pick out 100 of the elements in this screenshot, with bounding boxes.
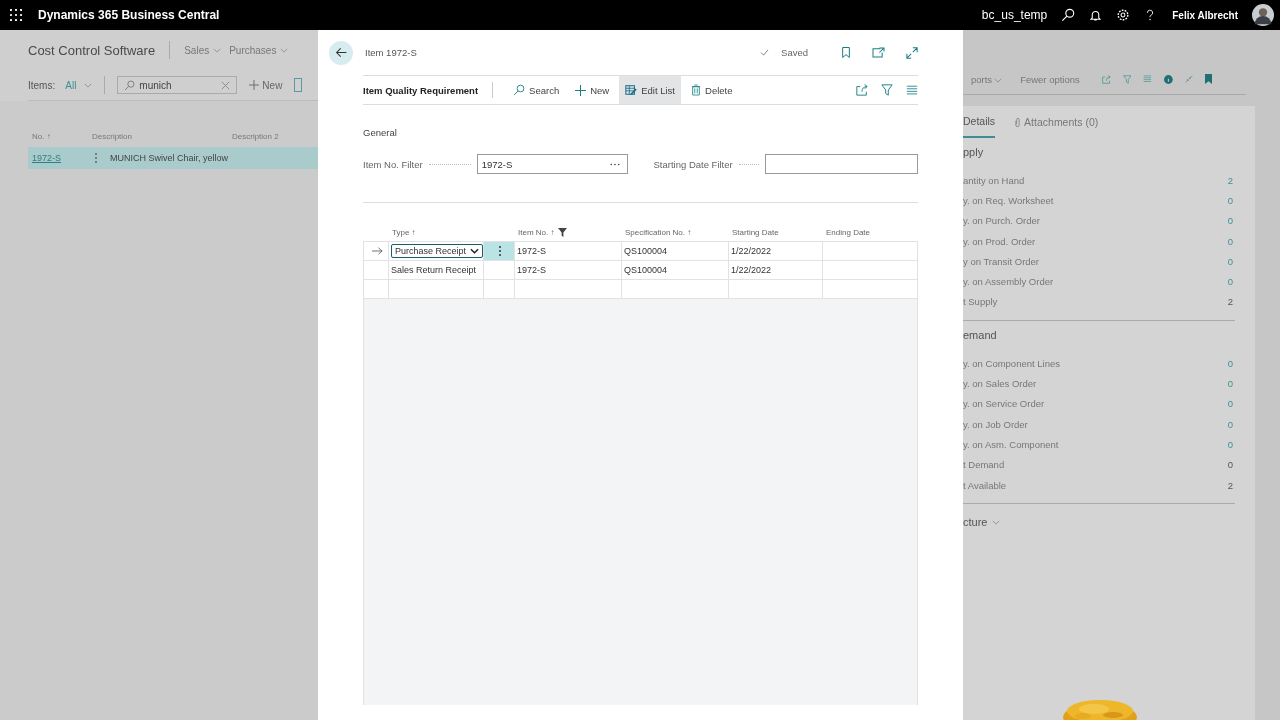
action-button[interactable]: Search [507,76,566,104]
menu-link[interactable]: Purchases [229,44,277,56]
field-value[interactable]: 0 [1227,255,1235,267]
user-name[interactable]: Felix Albrecht [1172,9,1238,21]
section-title[interactable]: General [363,127,397,138]
field-label: antity on Hand [963,174,1025,186]
column-header[interactable]: Type ↑ [388,223,483,241]
action-button[interactable]: Delete [685,76,739,104]
table-cell: QS100004 [624,246,668,256]
item-number-link[interactable]: 1972-S [28,153,92,163]
field-label: y. on Job Order [963,418,1028,430]
search-field[interactable]: munich [117,76,238,94]
field-label: y. on Asm. Component [963,438,1059,450]
plus-icon [249,80,260,90]
clear-icon[interactable] [221,80,231,90]
action-icon[interactable] [294,78,303,92]
field-label: y. on Req. Worksheet [963,194,1054,206]
avatar-icon[interactable] [1252,4,1274,26]
checkmark-icon [760,49,770,56]
current-row-arrow-icon [371,247,383,255]
page-title: Cost Control Software [28,42,156,58]
menu-link[interactable]: Sales [184,44,210,56]
page-name: Item Quality Requirement [363,84,479,96]
field-value[interactable]: 2 [1227,174,1235,186]
view-label: Items: [28,79,56,91]
expand-icon[interactable] [906,46,918,59]
field-value[interactable]: 0 [1227,276,1235,288]
open-new-window-icon[interactable] [872,47,885,58]
field-value: 2 [1227,479,1234,491]
paperclip-icon [1015,116,1021,128]
field-label: Starting Date Filter [653,158,733,170]
field-value: 2 [1227,296,1234,308]
field-value[interactable]: 0 [1227,194,1235,206]
factbox-tab[interactable]: Attachments (0) [1015,106,1099,138]
bookmark-icon[interactable] [1204,73,1212,85]
field-label: t Demand [963,459,1005,471]
action-link[interactable]: Fewer options [1020,73,1080,85]
section-title[interactable]: pply [963,146,1235,158]
field-label: y. on Prod. Order [963,235,1036,247]
table-cell: 1/22/2022 [731,265,772,275]
action-button[interactable]: New [569,76,616,104]
table-cell: QS100004 [624,265,668,275]
search-icon[interactable] [1061,8,1076,22]
field-value[interactable]: 0 [1227,438,1235,450]
factbox-tab[interactable]: Details [963,106,996,138]
list-icon[interactable] [906,84,918,96]
settings-icon[interactable] [1116,8,1131,22]
chevron-down-icon[interactable] [213,47,222,53]
field-label: t Available [963,479,1007,491]
filter-icon[interactable] [558,227,568,237]
column-header[interactable]: Starting Date [728,223,822,241]
back-button[interactable] [329,40,353,65]
column-header[interactable]: Description [92,131,232,141]
table-cell: MUNICH Swivel Chair, yellow [110,153,229,163]
column-header[interactable]: Specification No. ↑ [621,223,728,241]
column-header[interactable]: No. ↑ [28,131,92,141]
type-dropdown[interactable]: Purchase Receipt [391,244,483,258]
trash-icon [691,84,701,96]
field-label: y. on Service Order [963,398,1045,410]
view-dropdown[interactable]: All [65,79,77,91]
field-label: t Supply [963,296,998,308]
field-value[interactable]: 0 [1227,398,1235,410]
bell-icon[interactable] [1089,8,1103,22]
new-button[interactable]: New [249,79,283,91]
field-value[interactable]: 0 [1227,357,1235,369]
table-row[interactable]: 1972-S MUNICH Swivel Chair, yellow [28,147,318,169]
column-header[interactable]: Description 2 [232,131,279,141]
field-label: y. on Sales Order [963,378,1037,389]
plus-icon [575,84,587,96]
field-label: Item No. Filter [363,158,423,170]
search-icon [513,84,526,96]
section-title[interactable]: cture [963,516,988,529]
field-value[interactable]: 0 [1227,418,1235,430]
field-label: y. on Component Lines [963,357,1060,369]
filter-field[interactable] [764,154,918,174]
chevron-down-icon[interactable] [992,519,1001,525]
chevron-down-icon[interactable] [280,47,289,53]
saved-status: Saved [781,47,808,58]
more-icon[interactable] [94,152,98,164]
field-value[interactable]: 0 [1227,215,1235,227]
field-label: y. on Assembly Order [963,276,1054,288]
column-header[interactable]: Ending Date [822,223,918,241]
app-name[interactable]: Dynamics 365 Business Central [38,8,220,22]
field-value[interactable]: 0 [1227,235,1235,247]
action-button[interactable]: Edit List [619,76,681,104]
app-launcher-icon[interactable] [10,9,22,21]
share-icon[interactable] [856,84,868,96]
bookmark-icon[interactable] [841,46,851,59]
more-icon[interactable] [498,245,502,257]
action-link[interactable]: ports [971,73,1003,85]
table-cell: 1972-S [517,265,547,275]
company-name[interactable]: bc_us_temp [981,8,1048,22]
table-cell: 1/22/2022 [731,246,772,256]
section-title[interactable]: emand [963,329,1235,342]
filter-field[interactable]: 1972-S [476,154,628,174]
field-value[interactable]: 0 [1227,378,1235,389]
chevron-down-icon[interactable] [84,82,93,88]
info-icon[interactable] [1164,73,1173,85]
column-header[interactable]: Item No. ↑ [514,223,621,241]
chevron-down-icon [470,248,479,254]
